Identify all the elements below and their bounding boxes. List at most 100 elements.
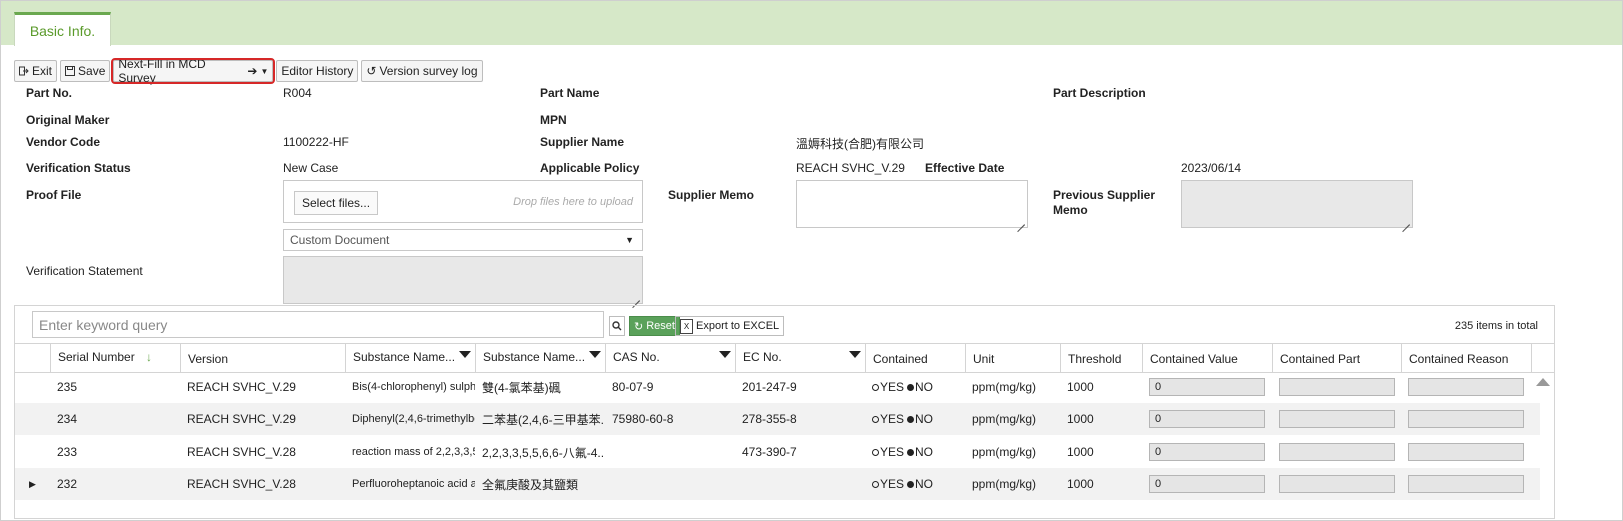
contained-value-input[interactable]: 0 bbox=[1149, 443, 1265, 461]
col-version[interactable]: Version bbox=[180, 344, 345, 372]
contained-part-input[interactable] bbox=[1279, 410, 1395, 428]
drop-files-hint: Drop files here to upload bbox=[513, 196, 633, 208]
contained-reason-input[interactable] bbox=[1408, 378, 1524, 396]
refresh-icon: ↻ bbox=[634, 320, 644, 333]
cell-substance-name-zh: 全氟庚酸及其鹽類 bbox=[482, 477, 579, 492]
cell-contained-reason bbox=[1401, 468, 1531, 500]
next-fill-mcd-survey-button[interactable]: Next-Fill in MCD Survey ➔ ▼ bbox=[111, 57, 276, 85]
contained-value-input[interactable]: 0 bbox=[1149, 475, 1265, 493]
col-threshold[interactable]: Threshold bbox=[1060, 344, 1142, 372]
cell-contained-part bbox=[1272, 468, 1401, 500]
cell-version: REACH SVHC_V.28 bbox=[187, 445, 296, 459]
contained-part-input[interactable] bbox=[1279, 475, 1395, 493]
radio-yes[interactable] bbox=[872, 480, 879, 488]
cell-cas-no: 75980-60-8 bbox=[612, 412, 674, 426]
supplier-memo-textarea[interactable] bbox=[796, 180, 1028, 228]
table-row[interactable]: ▶ 232 REACH SVHC_V.28 Perfluoroheptanoic ac… bbox=[15, 468, 1540, 500]
original-maker-label: Original Maker bbox=[26, 113, 110, 127]
contained-value-input[interactable]: 0 bbox=[1149, 410, 1265, 428]
no-label: NO bbox=[915, 380, 934, 394]
version-survey-log-button[interactable]: ↺ Version survey log bbox=[361, 60, 483, 82]
filter-icon[interactable] bbox=[849, 351, 861, 358]
table-row[interactable]: 234 REACH SVHC_V.29 Diphenyl(2,4,6-trimeth… bbox=[15, 403, 1540, 435]
col-ec-no[interactable]: EC No. bbox=[735, 344, 865, 372]
filter-icon[interactable] bbox=[459, 351, 471, 358]
select-files-button[interactable]: Select files... bbox=[294, 191, 379, 215]
cell-contained-reason bbox=[1401, 403, 1531, 435]
cell-substance-name-zh: 雙(4-氯苯基)碸 bbox=[482, 380, 561, 395]
col-unit[interactable]: Unit bbox=[965, 344, 1060, 372]
file-upload-dropzone[interactable]: Select files... Drop files here to uploa… bbox=[283, 180, 643, 223]
cell-contained-value: 0 bbox=[1142, 436, 1272, 468]
radio-yes[interactable] bbox=[872, 415, 879, 423]
radio-no[interactable] bbox=[907, 480, 915, 488]
contained-part-input[interactable] bbox=[1279, 378, 1395, 396]
row-selector[interactable] bbox=[15, 371, 50, 403]
part-name-label: Part Name bbox=[540, 86, 600, 100]
radio-no[interactable] bbox=[907, 415, 915, 423]
reset-label: Reset bbox=[646, 320, 675, 332]
cell-substance-name-zh: 二苯基(2,4,6-三甲基苯... bbox=[482, 412, 605, 427]
cell-contained: YES NO bbox=[865, 403, 965, 435]
col-substance-name-zh[interactable]: Substance Name... bbox=[475, 344, 605, 372]
tab-basic-info[interactable]: Basic Info. bbox=[14, 12, 111, 46]
col-contained[interactable]: Contained bbox=[865, 344, 965, 372]
grid-header: Serial Number ↓ Version Substance Name..… bbox=[15, 343, 1554, 373]
search-icon bbox=[612, 321, 622, 331]
editor-history-button[interactable]: Editor History bbox=[276, 60, 359, 82]
contained-reason-input[interactable] bbox=[1408, 443, 1524, 461]
contained-reason-input[interactable] bbox=[1408, 475, 1524, 493]
cell-contained-reason bbox=[1401, 371, 1531, 403]
cell-serial: 235 bbox=[57, 380, 78, 394]
cell-threshold: 1000 bbox=[1067, 412, 1094, 426]
verification-statement-textarea bbox=[283, 256, 643, 304]
search-button[interactable] bbox=[609, 316, 625, 336]
cell-ec-no: 201-247-9 bbox=[742, 380, 797, 394]
col-cas-no[interactable]: CAS No. bbox=[605, 344, 735, 372]
resize-handle-icon bbox=[1015, 215, 1025, 225]
radio-yes[interactable] bbox=[872, 448, 879, 456]
keyword-search-input[interactable]: Enter keyword query bbox=[32, 311, 604, 338]
col-contained-value[interactable]: Contained Value bbox=[1142, 344, 1272, 372]
reset-button[interactable]: ↻ Reset bbox=[629, 316, 680, 336]
save-button[interactable]: Save bbox=[60, 60, 111, 82]
scroll-up-arrow-icon[interactable] bbox=[1536, 378, 1550, 386]
row-selector[interactable]: ▶ bbox=[15, 468, 50, 500]
proof-file-label: Proof File bbox=[26, 188, 82, 202]
applicable-policy-label: Applicable Policy bbox=[540, 161, 640, 175]
vendor-code-value: 1100222-HF bbox=[283, 135, 349, 149]
radio-no[interactable] bbox=[907, 383, 915, 391]
verification-status-label: Verification Status bbox=[26, 161, 131, 175]
contained-reason-input[interactable] bbox=[1408, 410, 1524, 428]
col-substance-name-en[interactable]: Substance Name... bbox=[345, 344, 475, 372]
col-contained-part[interactable]: Contained Part bbox=[1272, 344, 1401, 372]
col-serial-number[interactable]: Serial Number ↓ bbox=[50, 344, 180, 372]
part-no-label: Part No. bbox=[26, 86, 73, 100]
vendor-code-label: Vendor Code bbox=[26, 135, 101, 149]
caret-down-icon[interactable]: ▼ bbox=[260, 67, 268, 76]
cell-substance-name-en: Bis(4-chlorophenyl) sulphone bbox=[352, 381, 475, 393]
editor-history-label: Editor History bbox=[281, 64, 354, 78]
row-selector[interactable] bbox=[15, 403, 50, 435]
yes-label: YES bbox=[880, 412, 905, 426]
cell-unit: ppm(mg/kg) bbox=[972, 477, 1037, 491]
cell-substance-name-en: Perfluoroheptanoic acid and bbox=[352, 478, 475, 490]
table-row[interactable]: 233 REACH SVHC_V.28 reaction mass of 2,2,3… bbox=[15, 436, 1540, 468]
cell-contained-part bbox=[1272, 436, 1401, 468]
radio-yes[interactable] bbox=[872, 383, 879, 391]
row-selector[interactable] bbox=[15, 436, 50, 468]
radio-no[interactable] bbox=[907, 448, 915, 456]
contained-value-input[interactable]: 0 bbox=[1149, 378, 1265, 396]
cell-substance-name-en: Diphenyl(2,4,6-trimethylbenzoyl) bbox=[352, 413, 475, 425]
document-type-select[interactable]: Custom Document ▼ bbox=[283, 229, 643, 251]
exit-button[interactable]: Exit bbox=[14, 60, 58, 82]
filter-icon[interactable] bbox=[719, 351, 731, 358]
cell-threshold: 1000 bbox=[1067, 477, 1094, 491]
row-selector-icon: ▶ bbox=[29, 478, 36, 489]
export-excel-button[interactable]: X Export to EXCEL bbox=[675, 316, 785, 336]
table-row[interactable]: 235 REACH SVHC_V.29 Bis(4-chlorophenyl) su… bbox=[15, 371, 1540, 403]
col-contained-reason[interactable]: Contained Reason bbox=[1401, 344, 1531, 372]
cell-version: REACH SVHC_V.29 bbox=[187, 412, 296, 426]
filter-icon[interactable] bbox=[589, 351, 601, 358]
contained-part-input[interactable] bbox=[1279, 443, 1395, 461]
